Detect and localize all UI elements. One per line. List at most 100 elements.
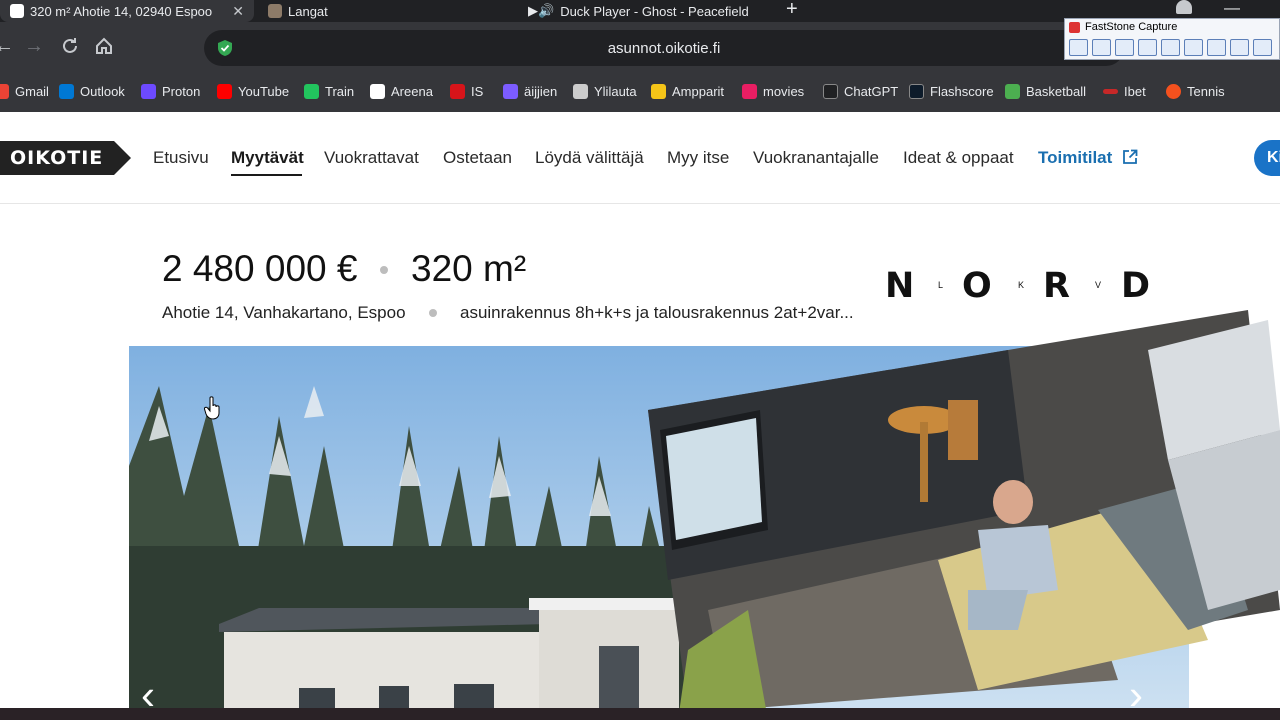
outlook-icon [59,84,74,99]
nav-toimitilat[interactable]: Toimitilat [1038,148,1112,168]
tab-listing[interactable]: 320 m² Ahotie 14, 02940 Espoo ✕ [0,0,254,22]
audio-playing-icon: ▶🔊 [528,3,555,18]
langat-favicon-icon [268,4,282,18]
oikotie-favicon-icon [10,4,24,18]
bookmark-ampparit[interactable]: Ampparit [651,84,724,99]
bookmark-chatgpt[interactable]: ChatGPT [823,84,898,99]
nav-ideat-oppaat[interactable]: Ideat & oppaat [903,148,1014,168]
faststone-tools [1069,39,1272,56]
nav-myytavat[interactable]: Myytävät [231,148,304,168]
agency-logo-letter: N [885,266,915,306]
proton-icon [141,84,156,99]
agency-logo-letter: R [1043,266,1070,306]
bookmark-label: IS [471,84,484,99]
train-icon [304,84,319,99]
oikotie-logo[interactable]: OIKOTIE [0,141,132,175]
bookmark-tennis[interactable]: Tennis [1166,84,1225,99]
chatgpt-icon [823,84,838,99]
ylilauta-icon [573,84,588,99]
separator-dot [380,266,388,274]
capture-rectangle-icon[interactable] [1115,39,1134,56]
faststone-capture-toolbar[interactable]: FastStone Capture [1064,18,1280,60]
capture-window-icon[interactable] [1092,39,1111,56]
address-bar[interactable]: asunnot.oikotie.fi [204,30,1124,66]
external-link-icon[interactable] [1122,149,1138,170]
bookmark-label: Areena [391,84,433,99]
ampparit-icon [651,84,666,99]
flashscore-icon [909,84,924,99]
reload-icon[interactable] [60,32,80,64]
record-screen-icon[interactable] [1230,39,1249,56]
screen: 320 m² Ahotie 14, 02940 Espoo ✕ Langat ▶… [0,0,1280,720]
bookmark-gmail[interactable]: Gmail [0,84,49,99]
timer-icon[interactable] [1253,39,1272,56]
capture-fullscreen-icon[interactable] [1161,39,1180,56]
profile-icon[interactable] [1176,0,1192,14]
bookmark-train[interactable]: Train [304,84,354,99]
agency-logo[interactable]: N L O K R V D [885,266,1165,306]
tab-langat[interactable]: Langat [268,0,508,22]
bookmark-label: ChatGPT [844,84,899,99]
login-button[interactable]: Ki [1254,140,1280,176]
faststone-title: FastStone Capture [1085,21,1178,33]
is-icon [450,84,465,99]
bookmark-label: Tennis [1187,84,1225,99]
bookmark-aijjien[interactable]: äijjien [503,84,557,99]
bookmark-movies[interactable]: movies [742,84,804,99]
bookmark-label: Proton [162,84,201,99]
tab-duck-player[interactable]: ▶🔊 Duck Player - Ghost - Peacefield [528,0,774,22]
bookmark-ylilauta[interactable]: Ylilauta [573,84,637,99]
bookmark-label: Ampparit [672,84,725,99]
nav-vuokrattavat[interactable]: Vuokrattavat [324,148,419,168]
bookmark-label: Ibet [1124,84,1146,99]
bookmark-flashscore[interactable]: Flashscore [909,84,994,99]
bookmark-label: YouTube [238,84,290,99]
bookmark-proton[interactable]: Proton [141,84,200,99]
output-icon[interactable] [1207,39,1226,56]
tennis-icon [1166,84,1181,99]
bookmark-is[interactable]: IS [450,84,483,99]
nav-etusivu[interactable]: Etusivu [153,148,209,168]
bookmark-label: Flashscore [930,84,994,99]
movies-icon [742,84,757,99]
youtube-icon [217,84,232,99]
agency-logo-letter: K [1018,280,1025,290]
logo-text: OIKOTIE [10,147,104,169]
back-icon[interactable]: ← [0,32,14,60]
listing-area: 320 m² [411,248,527,289]
agency-logo-letter: D [1121,266,1151,306]
url-text: asunnot.oikotie.fi [607,40,721,57]
bookmark-areena[interactable]: Areena [370,84,433,99]
bookmark-outlook[interactable]: Outlook [59,84,125,99]
nav-vuokranantajalle[interactable]: Vuokranantajalle [753,148,879,168]
forward-icon[interactable]: → [24,32,44,60]
active-nav-underline [231,174,302,176]
capture-freehand-icon[interactable] [1138,39,1157,56]
nav-ostetaan[interactable]: Ostetaan [443,148,512,168]
home-icon[interactable] [94,32,114,64]
open-icon[interactable] [1069,39,1088,56]
bookmark-label: Outlook [80,84,125,99]
webcam-overlay [648,310,1280,720]
nav-loyda-valittaja[interactable]: Löydä välittäjä [535,148,644,168]
webcam-picture [648,310,1280,720]
bookmark-ibet[interactable]: Ibet [1103,84,1146,99]
listing-price: 2 480 000 € [162,248,358,289]
listing-address: Ahotie 14, Vanhakartano, Espoo [162,303,406,322]
agency-logo-letter: L [938,280,944,290]
bookmark-basketball[interactable]: Basketball [1005,84,1086,99]
close-tab-icon[interactable]: ✕ [232,3,254,20]
bookmark-youtube[interactable]: YouTube [217,84,289,99]
bookmarks-bar: Gmail Outlook Proton YouTube Train Areen… [0,72,1280,112]
capture-scrolling-icon[interactable] [1184,39,1203,56]
gmail-icon [0,84,9,99]
bookmark-label: movies [763,84,805,99]
new-tab-icon[interactable]: + [786,0,798,21]
minimize-window-icon[interactable]: — [1224,0,1240,18]
tab-title: Duck Player - Ghost - Peacefield [560,3,749,19]
tab-title: Langat [288,3,328,19]
agency-logo-letter: O [962,266,992,306]
nav-myy-itse[interactable]: Myy itse [667,148,729,168]
tab-title: 320 m² Ahotie 14, 02940 Espoo [30,3,213,19]
areena-icon [370,84,385,99]
